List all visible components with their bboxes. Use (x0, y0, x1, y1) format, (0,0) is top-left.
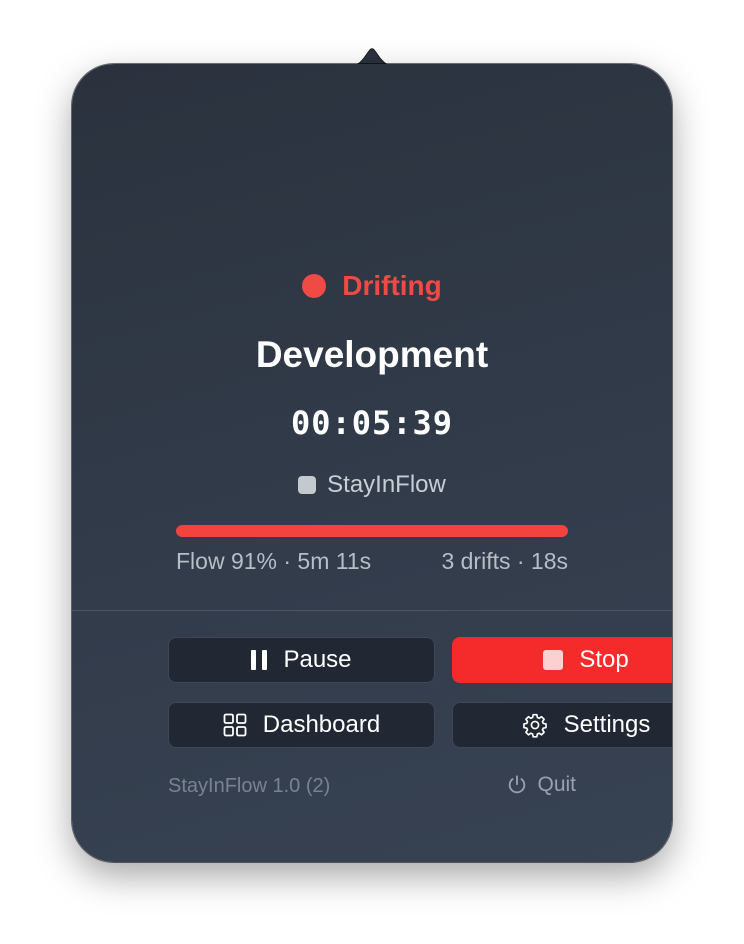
pause-icon (251, 650, 268, 670)
power-icon (509, 775, 526, 794)
session-stats: Flow 91% · 5m 11s 3 drifts · 18s (176, 548, 568, 575)
menubar-popover-stage: Drifting Development 00:05:39 StayInFlow… (0, 0, 744, 944)
pause-button-label: Pause (283, 646, 352, 673)
stop-button-label: Stop (579, 646, 629, 673)
status-label: Drifting (342, 270, 442, 301)
status-dot-icon (302, 274, 327, 298)
dashboard-button-label: Dashboard (262, 711, 381, 738)
pause-button[interactable]: Pause (168, 637, 435, 683)
drift-stat: 3 drifts · 18s (441, 548, 568, 574)
app-square-icon (298, 476, 317, 494)
stop-icon (543, 650, 564, 670)
dashboard-button[interactable]: Dashboard (168, 702, 435, 748)
settings-button-label: Settings (563, 711, 651, 738)
stayinflow-popover: Drifting Development 00:05:39 StayInFlow… (72, 64, 672, 862)
stop-button[interactable]: Stop (452, 637, 672, 683)
settings-button[interactable]: Settings (452, 702, 672, 748)
grid-icon (223, 713, 247, 737)
current-app: StayInFlow (72, 471, 672, 499)
status-indicator: Drifting (72, 270, 672, 302)
app-version: StayInFlow 1.0 (2) (168, 775, 331, 797)
gear-icon (522, 713, 547, 738)
divider (72, 610, 672, 611)
current-app-name: StayInFlow (327, 471, 446, 498)
session-timer: 00:05:39 (290, 404, 454, 442)
quit-label: Quit (537, 773, 576, 796)
flow-progress-bar (176, 525, 568, 537)
flow-progress-fill (176, 525, 568, 537)
session-title: Development (255, 334, 489, 375)
flow-stat: Flow 91% · 5m 11s (176, 548, 372, 574)
quit-button[interactable]: Quit (506, 773, 576, 797)
